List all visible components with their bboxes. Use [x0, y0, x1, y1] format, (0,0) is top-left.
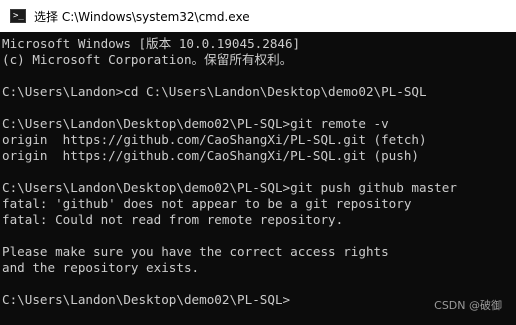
console-line: origin https://github.com/CaoShangXi/PL-… [2, 148, 420, 163]
console-line: fatal: Could not read from remote reposi… [2, 212, 344, 227]
cmd-icon[interactable]: >_ [10, 9, 26, 23]
window-title: 选择 C:\Windows\system32\cmd.exe [34, 9, 250, 24]
console-line: C:\Users\Landon\Desktop\demo02\PL-SQL>gi… [2, 180, 457, 195]
console-line: and the repository exists. [2, 260, 200, 275]
console-line: (c) Microsoft Corporation。保留所有权利。 [2, 52, 293, 67]
console-line: C:\Users\Landon>cd C:\Users\Landon\Deskt… [2, 84, 427, 99]
console-line: origin https://github.com/CaoShangXi/PL-… [2, 132, 427, 147]
console-line: Microsoft Windows [版本 10.0.19045.2846] [2, 36, 301, 51]
title-bar[interactable]: >_ 选择 C:\Windows\system32\cmd.exe [0, 0, 516, 32]
console-line: fatal: 'github' does not appear to be a … [2, 196, 412, 211]
console-output[interactable]: Microsoft Windows [版本 10.0.19045.2846] (… [0, 32, 516, 325]
cmd-window: >_ 选择 C:\Windows\system32\cmd.exe Micros… [0, 0, 516, 325]
console-line: Please make sure you have the correct ac… [2, 244, 389, 259]
csdn-watermark: CSDN @破御 [434, 299, 502, 312]
console-line: C:\Users\Landon\Desktop\demo02\PL-SQL>gi… [2, 116, 389, 131]
prompt-glyph: >_ [13, 11, 24, 21]
